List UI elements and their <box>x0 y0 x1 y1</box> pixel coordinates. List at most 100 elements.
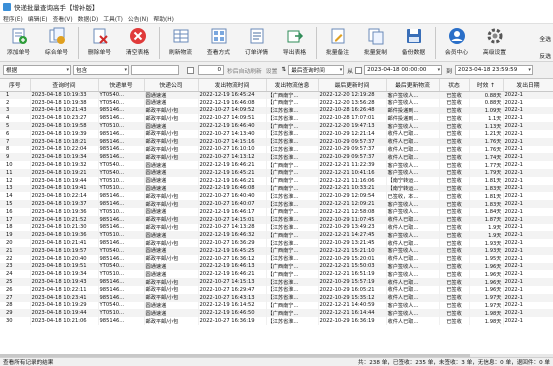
column-header[interactable]: 快递单号 <box>98 79 145 92</box>
sort-field-select[interactable]: 最后查询时间 ▾ <box>288 65 345 75</box>
batch-copy-icon <box>366 26 386 45</box>
advanced-settings-button[interactable]: 高级设置 <box>476 26 513 56</box>
refresh-seconds-input[interactable]: 0 <box>198 65 224 75</box>
order-detail-button[interactable]: 订单详情 <box>238 26 275 56</box>
table-cell: 圆通速递 <box>144 309 199 318</box>
from-date-input[interactable]: 2023-04-18 00:00:00 ▾ <box>364 65 443 75</box>
sort-direction-icon: ⇅ <box>281 67 287 73</box>
column-header[interactable]: 最后更新时间 <box>318 79 387 92</box>
table-row[interactable]: 11 2023-04-18 10:19:21 YT0540... 圆通速递 2022-1… <box>0 168 553 177</box>
table-cell: 已签收 <box>439 223 470 232</box>
table-row[interactable]: 17 2023-04-18 10:21:52 985146... 邮政平邮/小包 202… <box>0 215 553 224</box>
export-table-button[interactable]: 导出表格 <box>276 26 313 56</box>
merge-number-button[interactable]: 综合单号 <box>38 26 75 56</box>
table-row[interactable]: 23 2023-04-18 10:19:51 YT0540... 圆通速递 2022-1… <box>0 262 553 271</box>
table-cell: 1.76天 <box>469 145 504 154</box>
operator-select[interactable]: 包含 ▾ <box>73 65 129 75</box>
menu-view[interactable]: 查看(V) <box>53 14 73 23</box>
table-row[interactable]: 22 2023-04-18 10:20:40 985146... 邮政平邮/小包 202… <box>0 254 553 263</box>
table-cell: 1.96天 <box>469 278 504 286</box>
view-mode-label: 查看方式 <box>206 50 231 56</box>
table-cell: 已签收 <box>439 137 470 146</box>
backup-data-button[interactable]: 备份数据 <box>395 26 432 56</box>
table-cell: 圆通速递 <box>144 231 199 240</box>
table-cell: 邮政平邮/小包 <box>144 285 199 294</box>
table-cell: 2022-1 <box>503 223 553 232</box>
table-cell: 2022-10-27 14:13:12 <box>198 153 267 162</box>
menu-notice[interactable]: 公告(N) <box>128 14 148 23</box>
table-cell: 2022-12-19 16:46:17 <box>198 207 267 216</box>
table-cell: 2022-12-20 12:19:28 <box>318 91 387 99</box>
select-all-link[interactable]: 全选 <box>539 34 551 43</box>
table-row[interactable]: 21 2023-04-18 10:19:57 YT0540... 圆通速递 2022-1… <box>0 246 553 255</box>
merge-number-icon <box>47 26 67 45</box>
table-row[interactable]: 7 2023-04-18 10:18:21 985146... 邮政平邮/小包 2022… <box>0 137 553 146</box>
menu-help[interactable]: 帮助(H) <box>153 14 173 23</box>
table-cell: 8 <box>0 145 31 154</box>
settings-link[interactable]: 设置 <box>266 66 278 75</box>
table-row[interactable]: 14 2023-04-18 10:22:14 985146... 邮政平邮/小包 202… <box>0 192 553 201</box>
table-row[interactable]: 20 2023-04-18 10:21:41 985146... 邮政平邮/小包 202… <box>0 239 553 247</box>
column-header[interactable]: 快递公司 <box>144 79 199 92</box>
column-header[interactable]: 查询时间 <box>30 79 99 92</box>
table-row[interactable]: 12 2023-04-18 10:19:44 YT0510... 圆通速递 2022-1… <box>0 176 553 185</box>
member-center-button[interactable]: 会员中心 <box>438 26 475 56</box>
table-cell: 1.98天 <box>469 309 504 318</box>
table-row[interactable]: 13 2023-04-18 10:19:41 YT0510... 圆通速递 2022-1… <box>0 184 553 193</box>
table-row[interactable]: 6 2023-04-18 10:19:39 985146... 邮政平邮/小包 2022… <box>0 129 553 138</box>
menu-program[interactable]: 程序(E) <box>3 14 23 23</box>
auto-refresh-checkbox[interactable] <box>187 66 194 74</box>
table-row[interactable]: 8 2023-04-18 10:22:04 985146... 邮政平邮/小包 2022… <box>0 145 553 154</box>
invert-selection-link[interactable]: 反选 <box>539 51 551 60</box>
clear-table-button[interactable]: 清空表格 <box>119 26 156 56</box>
column-header[interactable]: 最后更新物流 <box>386 79 440 92</box>
table-row[interactable]: 10 2023-04-18 10:19:32 YT0540... 圆通速递 2022-1… <box>0 161 553 169</box>
from-date-checkbox[interactable] <box>355 66 363 74</box>
table-row[interactable]: 2 2023-04-18 10:19:38 YT0540... 圆通速递 2022-12… <box>0 98 553 107</box>
table-cell: 圆通速递 <box>144 176 199 185</box>
table-row[interactable]: 15 2023-04-18 10:19:37 985146... 邮政平邮/小包 202… <box>0 200 553 208</box>
table-row[interactable]: 19 2023-04-18 10:19:36 YT0510... 圆通速递 2022-1… <box>0 231 553 240</box>
table-row[interactable]: 27 2023-04-18 10:23:41 985146... 邮政平邮/小包 202… <box>0 293 553 302</box>
table-row[interactable]: 4 2023-04-18 10:23:27 985146... 邮政平邮/小包 2022… <box>0 114 553 123</box>
table-row[interactable]: 24 2023-04-18 10:19:34 YT0510... 圆通速递 2022-1… <box>0 270 553 279</box>
table-cell: 1.96天 <box>469 270 504 279</box>
table-cell: 【江苏省淮... <box>266 114 319 123</box>
to-date-input[interactable]: 2023-04-18 23:59:59 ▾ <box>454 65 533 75</box>
table-cell: 1.1天 <box>469 114 504 123</box>
table-row[interactable]: 18 2023-04-18 10:21:30 985146... 邮政平邮/小包 202… <box>0 223 553 232</box>
menu-data[interactable]: 数据(D) <box>78 14 99 23</box>
delete-number-button[interactable]: 删除单号 <box>81 26 118 56</box>
table-cell: 985146... <box>98 293 145 302</box>
batch-remark-button[interactable]: 批量备注 <box>319 26 356 56</box>
status-bar: 查看所有记录的结果 共：238 单，已签收：235 单，未签收：3 单，无信息：… <box>0 357 553 366</box>
table-row[interactable]: 5 2023-04-18 10:19:58 YT0510... 圆通速递 2022-12… <box>0 122 553 130</box>
column-header[interactable]: 发出日期 <box>503 79 553 92</box>
table-row[interactable]: 30 2023-04-18 10:21:06 985146... 邮政平邮/小包 202… <box>0 317 553 325</box>
table-cell: 1.21天 <box>469 129 504 138</box>
menu-edit[interactable]: 编辑(E) <box>28 14 48 23</box>
search-input[interactable] <box>131 65 179 75</box>
table-row[interactable]: 1 2023-04-18 10:19:33 YT0540... 圆通速递 2022-12… <box>0 91 553 99</box>
view-mode-button[interactable]: 查看方式 <box>200 26 237 56</box>
table-cell: 【江苏省淮... <box>266 145 319 154</box>
menu-tools[interactable]: 工具(T) <box>103 14 123 23</box>
field-select[interactable]: 根据 ▾ <box>3 65 71 75</box>
refresh-logistics-button[interactable]: 刷新物流 <box>162 26 199 56</box>
select-links: 全选 反选 <box>539 34 551 60</box>
table-row[interactable]: 9 2023-04-18 10:19:34 985146... 邮政平邮/小包 2022… <box>0 153 553 162</box>
table-row[interactable]: 16 2023-04-18 10:19:36 YT0510... 圆通速递 2022-1… <box>0 207 553 216</box>
table-row[interactable]: 28 2023-04-18 10:19:29 YT0540... 圆通速递 2022-1… <box>0 301 553 310</box>
column-header[interactable]: 发出物流信息 <box>266 79 319 92</box>
column-header[interactable]: 序号 <box>0 79 31 92</box>
column-header[interactable]: 发出物流时间 <box>198 79 267 92</box>
table-row[interactable]: 3 2023-04-18 10:21:43 985146... 邮政平邮/小包 2022… <box>0 106 553 115</box>
table-row[interactable]: 26 2023-04-18 10:22:11 985146... 邮政平邮/小包 202… <box>0 285 553 294</box>
table-row[interactable]: 29 2023-04-18 10:19:44 YT0510... 圆通速递 2022-1… <box>0 309 553 318</box>
batch-copy-button[interactable]: 批量复制 <box>357 26 394 56</box>
table-row[interactable]: 25 2023-04-18 10:19:43 985146... 邮政平邮/小包 202… <box>0 278 553 286</box>
table-cell: 客户签收人... <box>386 270 440 279</box>
add-number-button[interactable]: 添加单号 <box>0 26 37 56</box>
column-header[interactable]: 状态 <box>439 79 470 92</box>
column-header[interactable]: 时效 ↑ <box>469 79 504 92</box>
